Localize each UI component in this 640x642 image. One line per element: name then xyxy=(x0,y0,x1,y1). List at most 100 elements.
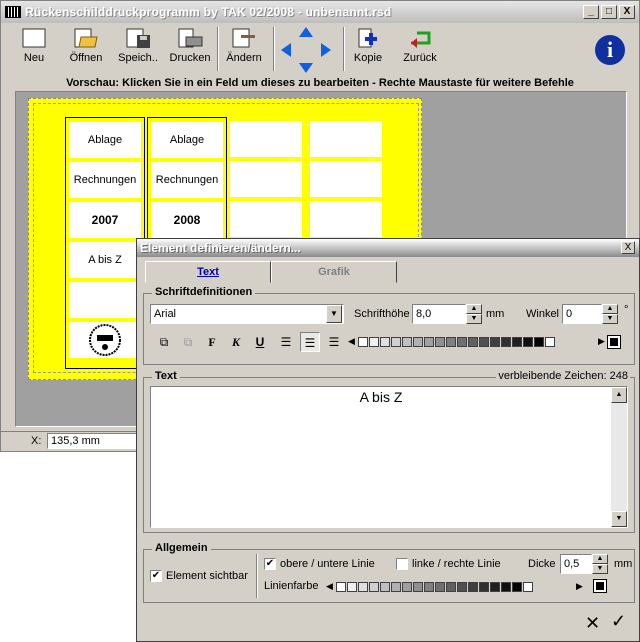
angle-stepper[interactable]: ▲ ▼ xyxy=(602,304,618,324)
current-line-color[interactable] xyxy=(593,579,607,593)
color-swatch[interactable] xyxy=(457,582,467,592)
label-cell[interactable] xyxy=(230,201,302,237)
thickness-stepper[interactable]: ▲ ▼ xyxy=(592,554,608,574)
bold-button[interactable]: F xyxy=(202,332,222,352)
color-swatch[interactable] xyxy=(347,582,357,592)
color-swatch[interactable] xyxy=(391,337,401,347)
color-swatch[interactable] xyxy=(490,337,500,347)
color-swatch[interactable] xyxy=(501,337,511,347)
visible-checkbox[interactable]: ✔ xyxy=(150,570,162,582)
minimize-button[interactable]: _ xyxy=(583,5,599,19)
back-button[interactable]: Zurück xyxy=(397,27,443,64)
copy-format-icon[interactable]: ⧉ xyxy=(154,332,174,352)
label-cell[interactable]: 2008 xyxy=(151,202,223,238)
close-button[interactable]: X xyxy=(619,5,635,19)
color-swatch[interactable] xyxy=(490,582,500,592)
label-cell[interactable]: Rechnungen xyxy=(151,162,223,198)
color-right-arrow-icon[interactable]: ▶ xyxy=(598,336,605,347)
color-swatch[interactable] xyxy=(468,582,478,592)
current-font-color[interactable] xyxy=(607,335,621,349)
color-swatch[interactable] xyxy=(424,582,434,592)
line-color-palette[interactable] xyxy=(336,582,533,592)
color-swatch[interactable] xyxy=(358,337,368,347)
scroll-up-icon[interactable]: ▲ xyxy=(611,387,627,403)
color-swatch[interactable] xyxy=(512,337,522,347)
thickness-input[interactable]: 0,5 xyxy=(560,554,592,574)
label-cell[interactable]: Rechnungen xyxy=(69,162,141,198)
print-button[interactable]: Drucken xyxy=(167,27,213,64)
scroll-down-icon[interactable]: ▼ xyxy=(611,511,627,527)
color-swatch[interactable] xyxy=(479,337,489,347)
color-swatch[interactable] xyxy=(369,582,379,592)
label-cell[interactable]: A bis Z xyxy=(69,242,141,278)
maximize-button[interactable]: □ xyxy=(601,5,617,19)
font-height-stepper[interactable]: ▲ ▼ xyxy=(466,304,482,324)
color-swatch[interactable] xyxy=(435,582,445,592)
tab-text[interactable]: Text xyxy=(145,261,271,283)
text-scrollbar[interactable]: ▲ ▼ xyxy=(611,387,627,527)
tab-graphic[interactable]: Grafik xyxy=(271,261,397,283)
color-swatch[interactable] xyxy=(336,582,346,592)
underline-button[interactable]: U xyxy=(250,332,270,352)
color-swatch[interactable] xyxy=(468,337,478,347)
color-swatch[interactable] xyxy=(523,582,533,592)
new-button[interactable]: Neu xyxy=(11,27,57,64)
paste-format-icon[interactable]: ⧉ xyxy=(178,332,198,352)
align-left-icon[interactable]: ☰ xyxy=(276,332,296,352)
color-swatch[interactable] xyxy=(380,582,390,592)
ok-button[interactable]: ✓ xyxy=(611,611,626,632)
save-button[interactable]: Speich.. xyxy=(115,27,161,64)
move-arrows-icon[interactable] xyxy=(281,27,331,73)
color-left-arrow-icon[interactable]: ◀ xyxy=(348,336,355,347)
top-bottom-line-checkbox[interactable]: ✔ xyxy=(264,558,276,570)
open-button[interactable]: Öffnen xyxy=(63,27,109,64)
line-color-right-arrow-icon[interactable]: ▶ xyxy=(576,581,583,592)
color-swatch[interactable] xyxy=(457,337,467,347)
color-swatch[interactable] xyxy=(402,582,412,592)
label-cell[interactable] xyxy=(310,161,382,197)
label-cell[interactable] xyxy=(310,121,382,157)
color-swatch[interactable] xyxy=(501,582,511,592)
color-swatch[interactable] xyxy=(435,337,445,347)
label-cell[interactable]: 2007 xyxy=(69,202,141,238)
dialog-close-button[interactable]: X xyxy=(621,241,635,254)
font-select[interactable]: Arial xyxy=(150,304,344,324)
font-color-palette[interactable] xyxy=(358,337,555,347)
copy-button[interactable]: Kopie xyxy=(345,27,391,64)
font-height-input[interactable]: 8,0 xyxy=(412,304,466,324)
color-swatch[interactable] xyxy=(446,337,456,347)
label-cell[interactable] xyxy=(230,161,302,197)
color-swatch[interactable] xyxy=(523,337,533,347)
line-color-left-arrow-icon[interactable]: ◀ xyxy=(326,581,333,592)
align-right-icon[interactable]: ☰ xyxy=(324,332,344,352)
color-swatch[interactable] xyxy=(545,337,555,347)
chevron-down-icon[interactable]: ▼ xyxy=(326,305,342,323)
text-input[interactable]: A bis Z ▲ ▼ xyxy=(150,386,628,528)
label-cell[interactable] xyxy=(69,322,141,358)
italic-button[interactable]: K xyxy=(226,332,246,352)
angle-input[interactable]: 0 xyxy=(562,304,602,324)
label-cell[interactable]: Ablage xyxy=(151,122,223,158)
color-swatch[interactable] xyxy=(391,582,401,592)
color-swatch[interactable] xyxy=(512,582,522,592)
label-cell[interactable] xyxy=(230,121,302,157)
label-cell[interactable] xyxy=(69,282,141,318)
color-swatch[interactable] xyxy=(380,337,390,347)
color-swatch[interactable] xyxy=(402,337,412,347)
color-swatch[interactable] xyxy=(534,337,544,347)
info-icon[interactable]: i xyxy=(595,35,625,65)
color-swatch[interactable] xyxy=(446,582,456,592)
color-swatch[interactable] xyxy=(413,582,423,592)
color-swatch[interactable] xyxy=(424,337,434,347)
label-column-1[interactable]: Ablage Rechnungen 2007 A bis Z xyxy=(65,117,145,369)
color-swatch[interactable] xyxy=(413,337,423,347)
label-cell[interactable]: Ablage xyxy=(69,122,141,158)
edit-button[interactable]: Ändern xyxy=(221,27,267,64)
align-center-icon[interactable]: ☰ xyxy=(300,332,320,352)
cancel-button[interactable]: ✕ xyxy=(585,613,600,634)
color-swatch[interactable] xyxy=(369,337,379,347)
color-swatch[interactable] xyxy=(479,582,489,592)
label-cell[interactable] xyxy=(310,201,382,237)
color-swatch[interactable] xyxy=(358,582,368,592)
left-right-line-checkbox[interactable] xyxy=(396,558,408,570)
